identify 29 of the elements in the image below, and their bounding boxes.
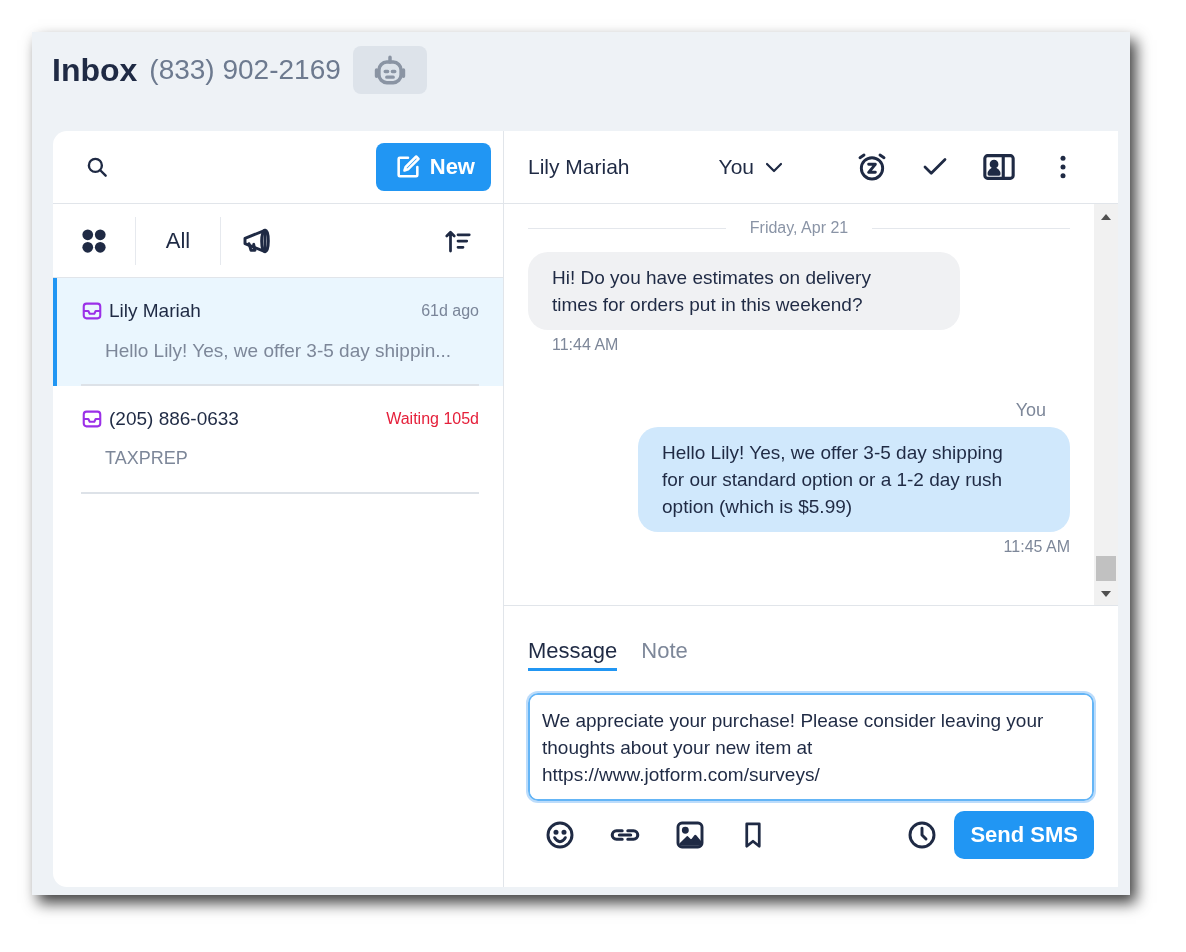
image-icon[interactable] bbox=[674, 819, 706, 851]
assignee-dropdown[interactable]: You bbox=[718, 155, 786, 179]
message-time: 11:44 AM bbox=[552, 336, 619, 354]
bot-button[interactable] bbox=[352, 46, 427, 94]
message-preview: Hello Lily! Yes, we offer 3-5 day shippin... bbox=[105, 340, 453, 362]
conversation-item[interactable]: Lily Mariah 61d ago Hello Lily! Yes, we offer 3-5 day shippin... bbox=[53, 278, 503, 386]
message-preview: TAXPREP bbox=[105, 448, 189, 469]
conversation-item[interactable]: (205) 886-0633 Waiting 105d TAXPREP bbox=[53, 386, 503, 494]
inbox-title: Inbox bbox=[52, 51, 138, 89]
sender-name: You bbox=[1015, 400, 1046, 421]
outgoing-message: Hello Lily! Yes, we offer 3-5 day shipping for our standard option or a 1-2 day rush option (which is $5.99) bbox=[638, 427, 1070, 532]
composer-tab[interactable]: Note bbox=[641, 638, 688, 671]
phone-number: (833) 902-2169 bbox=[149, 54, 341, 86]
smiley-icon[interactable] bbox=[544, 819, 576, 851]
message-field[interactable]: We appreciate your purchase! Please consider leaving your thoughts about your new item at https://www.jotform.com/surveys/ bbox=[528, 693, 1094, 801]
inbox-icon bbox=[81, 300, 103, 322]
inbox-icon bbox=[81, 408, 103, 430]
contact-name: Lily Mariah bbox=[109, 300, 202, 322]
scrollbar[interactable] bbox=[1094, 204, 1118, 605]
contact-name: (205) 886-0633 bbox=[109, 408, 240, 430]
composer-tab[interactable]: Message bbox=[528, 638, 618, 671]
message-time: 11:45 AM bbox=[1003, 538, 1070, 556]
snooze-icon[interactable] bbox=[856, 151, 888, 183]
waiting-time: Waiting 105d bbox=[386, 410, 479, 428]
date-divider: Friday, Apr 21 bbox=[749, 219, 849, 237]
contact-name: Lily Mariah bbox=[528, 155, 631, 179]
time-ago: 61d ago bbox=[421, 302, 479, 320]
incoming-message: Hi! Do you have estimates on delivery times for orders put in this weekend? bbox=[528, 252, 960, 330]
all-filter[interactable]: All bbox=[165, 227, 191, 254]
